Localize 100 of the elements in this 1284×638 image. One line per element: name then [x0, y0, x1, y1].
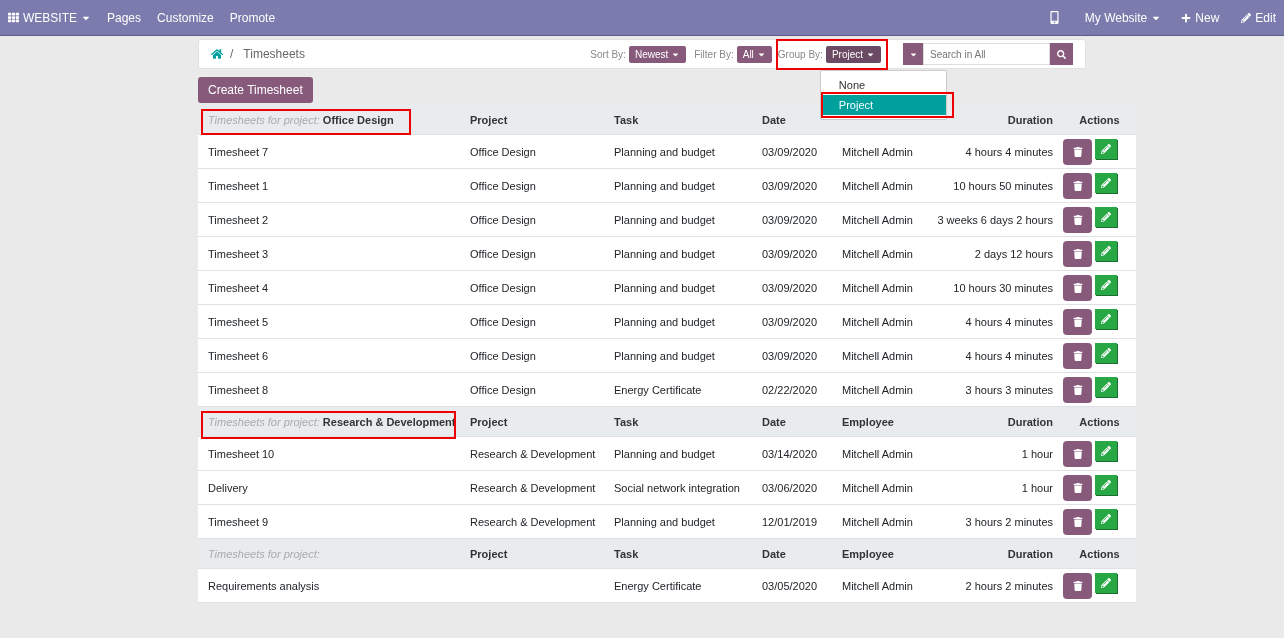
table-cell-text: 03/09/2020	[761, 281, 819, 294]
table-cell-text: Office Design	[469, 247, 537, 260]
apps-icon	[8, 12, 19, 23]
table-cell-text: 03/09/2020	[761, 247, 819, 260]
table-cell-text: Planning and budget	[613, 179, 716, 192]
column-header: Task	[613, 113, 640, 126]
nav-link[interactable]: Promote	[229, 10, 276, 25]
pencil-icon	[1101, 513, 1111, 524]
edit-button[interactable]	[1095, 474, 1117, 495]
pencil-icon	[1101, 479, 1111, 490]
trash-icon	[1072, 316, 1083, 327]
edit-button[interactable]	[1095, 240, 1117, 261]
table-cell-text: Mitchell Admin	[841, 213, 914, 226]
table-cell-text: 03/09/2020	[761, 349, 819, 362]
table-cell-text: Timesheet 4	[207, 281, 270, 294]
column-header: Actions	[1078, 415, 1121, 428]
edit-button[interactable]	[1095, 308, 1117, 329]
table-cell-text: 02/22/2020	[761, 383, 819, 396]
pencil-icon	[1101, 577, 1111, 588]
delete-button[interactable]	[1063, 138, 1092, 165]
column-header: Date	[761, 113, 787, 126]
trash-icon	[1072, 146, 1083, 157]
table-cell-text: Timesheet 7	[207, 145, 270, 158]
table-cell-text: Mitchell Admin	[841, 145, 914, 158]
search-options-button[interactable]	[903, 43, 923, 65]
group-title: Timesheets for project: Research & Development	[207, 415, 457, 428]
edit-button[interactable]	[1095, 508, 1117, 529]
delete-button[interactable]	[1063, 172, 1092, 199]
trash-icon	[1072, 384, 1083, 395]
edit-button[interactable]	[1095, 138, 1117, 159]
trash-icon	[1072, 516, 1083, 527]
home-icon[interactable]	[211, 48, 223, 60]
delete-button[interactable]	[1063, 274, 1092, 301]
new-button[interactable]: New	[1181, 10, 1220, 25]
delete-button[interactable]	[1063, 240, 1092, 267]
delete-button[interactable]	[1063, 308, 1092, 335]
delete-button[interactable]	[1063, 376, 1092, 403]
search-icon	[1057, 49, 1066, 59]
column-header: Project	[469, 113, 509, 126]
table-cell-text: 1 hour	[1020, 481, 1054, 494]
table-cell-text: 4 hours 4 minutes	[964, 145, 1054, 158]
nav-link[interactable]: Pages	[107, 10, 142, 25]
filter-label: Filter By:	[694, 48, 734, 60]
table-cell-text: Planning and budget	[613, 281, 716, 294]
edit-button[interactable]	[1095, 172, 1117, 193]
edit-button[interactable]	[1095, 274, 1117, 295]
delete-button[interactable]	[1063, 206, 1092, 233]
edit-button[interactable]	[1095, 342, 1117, 363]
breadcrumb-current: Timesheets	[243, 47, 305, 61]
edit-button[interactable]: Edit	[1241, 10, 1276, 25]
edit-button[interactable]	[1095, 572, 1117, 593]
edit-button[interactable]	[1095, 376, 1117, 397]
column-header: Actions	[1078, 547, 1121, 560]
table-cell-text: Office Design	[469, 213, 537, 226]
edit-button[interactable]	[1095, 440, 1117, 461]
table-cell-text: Requirements analysis	[207, 579, 321, 592]
menu-item[interactable]: None	[820, 74, 946, 95]
table-cell-text: Planning and budget	[613, 315, 716, 328]
mobile-preview-icon[interactable]	[1047, 11, 1061, 24]
filter-dropdown[interactable]: All	[736, 45, 772, 63]
create-timesheet-button[interactable]: Create Timesheet	[198, 77, 313, 103]
pencil-icon	[1101, 381, 1111, 392]
pencil-icon	[1101, 445, 1111, 456]
table-cell-text: 3 hours 2 minutes	[964, 515, 1054, 528]
website-switcher[interactable]: My Website	[1084, 10, 1162, 25]
group-dropdown[interactable]: Project	[825, 45, 881, 63]
table-cell-text: Timesheet 8	[207, 383, 270, 396]
table-cell-text: Mitchell Admin	[841, 315, 914, 328]
column-header: Duration	[1006, 415, 1054, 428]
table-cell-text: Planning and budget	[613, 145, 716, 158]
menu-item[interactable]: Project	[820, 94, 946, 115]
table-cell-text: 12/01/2019	[761, 515, 819, 528]
pencil-icon	[1101, 313, 1111, 324]
delete-button[interactable]	[1063, 440, 1092, 467]
table-cell-text: 03/05/2020	[761, 579, 819, 592]
nav-link[interactable]: Customize	[157, 10, 214, 25]
breadcrumb-separator: /	[230, 47, 234, 61]
pencil-icon	[1101, 177, 1111, 188]
trash-icon	[1072, 448, 1083, 459]
website-menu[interactable]: WEBSITE	[8, 10, 91, 25]
delete-button[interactable]	[1063, 342, 1092, 369]
delete-button[interactable]	[1063, 572, 1092, 599]
table-cell-text: Timesheet 5	[207, 315, 270, 328]
delete-button[interactable]	[1063, 508, 1092, 535]
table-cell-text: Social network integration	[613, 481, 741, 494]
search-field[interactable]: Search in All	[923, 43, 1050, 65]
table-cell-text: Timesheet 3	[207, 247, 270, 260]
table-cell-text: 4 hours 4 minutes	[964, 349, 1054, 362]
search-button[interactable]	[1050, 43, 1073, 65]
sort-dropdown[interactable]: Newest	[628, 45, 687, 63]
table-cell-text: Mitchell Admin	[841, 383, 914, 396]
column-header: Employee	[841, 547, 895, 560]
table-cell-text: Planning and budget	[613, 447, 716, 460]
delete-button[interactable]	[1063, 474, 1092, 501]
table-cell-text: Timesheet 9	[207, 515, 270, 528]
trash-icon	[1072, 214, 1083, 225]
table-cell-text: Mitchell Admin	[841, 179, 914, 192]
edit-button[interactable]	[1095, 206, 1117, 227]
table-cell-text: Office Design	[469, 383, 537, 396]
table-cell-text: Planning and budget	[613, 515, 716, 528]
